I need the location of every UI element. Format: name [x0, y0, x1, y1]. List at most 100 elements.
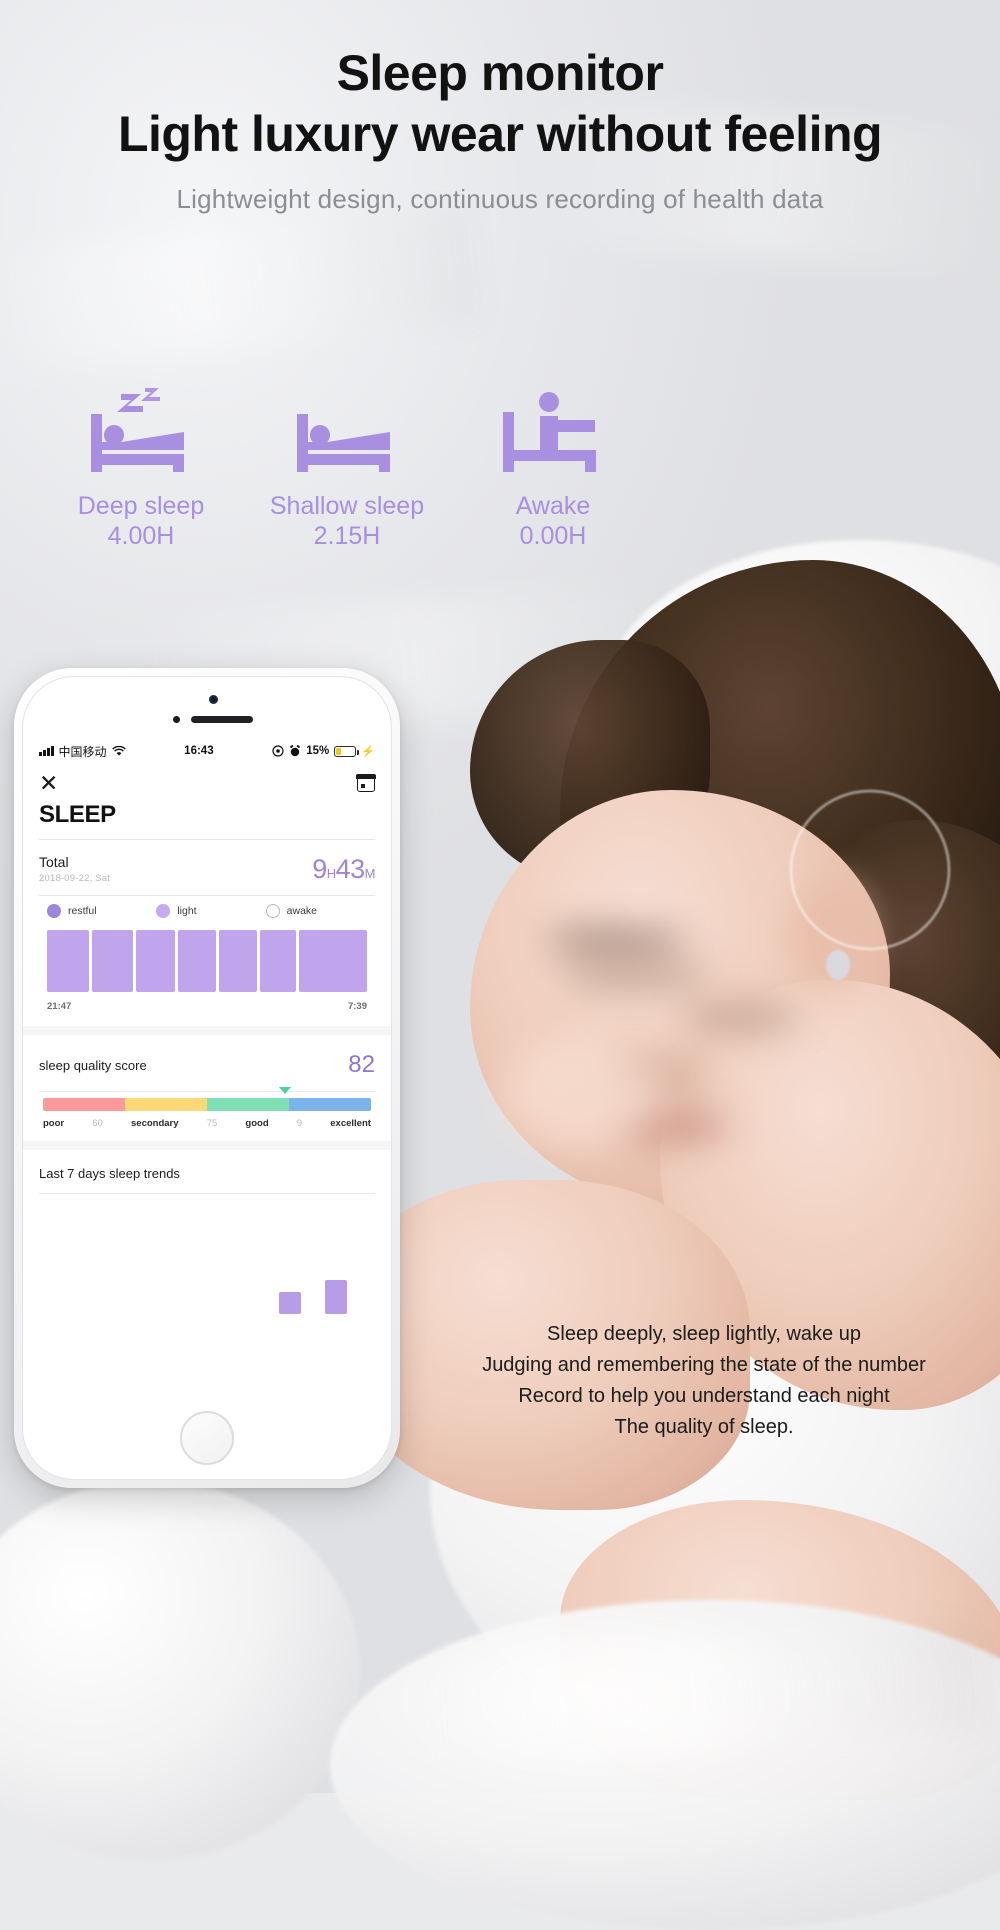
gauge-label-good: good: [245, 1118, 269, 1129]
alarm-clock-icon: [290, 745, 301, 757]
earring: [826, 950, 850, 980]
timeline-axis-labels: 21:47 7:39: [47, 992, 367, 1012]
bed-sitting-awake-icon: [450, 382, 656, 478]
sleep-timeline-chart: 21:47 7:39: [23, 922, 391, 1012]
timeline-segment: [47, 930, 89, 992]
eye-shadow: [680, 1005, 800, 1031]
bed-sleeping-icon: [244, 382, 450, 478]
stat-deep-sleep: Deep sleep 4.00H: [38, 382, 244, 551]
gauge-marker-icon: [278, 1087, 291, 1094]
timeline-segment: [177, 930, 216, 992]
phone-top-hardware: [23, 677, 391, 739]
necklace: [790, 790, 950, 950]
close-x-icon[interactable]: ✕: [39, 771, 58, 795]
phone-mockup: 中国移动 16:43 15% ⚡ ✕ SLEEP Total 2018-09-2…: [14, 668, 400, 1488]
page-title: Sleep monitor: [336, 45, 664, 101]
copy-line: Sleep deeply, sleep lightly, wake up: [547, 1323, 861, 1345]
wifi-icon: [111, 745, 126, 756]
gauge-label-poor: poor: [43, 1118, 65, 1129]
total-hours-unit: H: [326, 866, 336, 881]
page-tagline: Lightweight design, continuous recording…: [176, 184, 824, 214]
status-bar-right: 15% ⚡: [272, 745, 375, 758]
total-hours: 9: [312, 854, 327, 884]
legend-dot-restful: [47, 904, 61, 918]
page-subtitle-bold: Light luxury wear without feeling: [117, 106, 883, 162]
gauge-labels: poor 60 secondary 75 good 9 excellent: [43, 1111, 371, 1129]
battery-percent-label: 15%: [306, 745, 330, 757]
weekly-trend-chart: [23, 1194, 391, 1314]
timeline-bars: [47, 930, 367, 992]
timeline-segment: [136, 930, 175, 992]
carrier-label: 中国移动: [58, 744, 107, 759]
legend-item-restful: restful: [47, 904, 156, 918]
legend-item-awake: awake: [265, 904, 375, 918]
total-sleep-row: Total 2018-09-22, Sat 9H43M: [23, 840, 391, 895]
bed-sleeping-zzz-icon: [38, 382, 244, 478]
calendar-icon[interactable]: [356, 773, 376, 792]
timeline-end-time: 7:39: [347, 1001, 367, 1012]
sleep-quality-row: sleep quality score 82: [23, 1035, 391, 1091]
stat-awake: Awake 0.00H: [450, 382, 656, 551]
gauge-band-poor: [43, 1098, 125, 1111]
gauge-bar: [43, 1098, 371, 1111]
section-gap: [23, 1141, 391, 1150]
sensor-icon: [173, 716, 180, 723]
total-date: 2018-09-22, Sat: [39, 873, 111, 884]
trend-bar: [325, 1280, 347, 1314]
stat-label: Awake: [515, 492, 591, 520]
total-minutes: 43: [335, 854, 366, 884]
gauge-band-secondary: [125, 1098, 207, 1111]
stat-label: Deep sleep: [77, 492, 205, 520]
sleep-quality-label: sleep quality score: [39, 1057, 147, 1073]
lightning-bolt-icon: ⚡: [361, 745, 375, 758]
legend-label: awake: [286, 905, 318, 917]
section-gap: [23, 1026, 391, 1035]
status-bar-left: 中国移动: [39, 743, 126, 760]
total-label: Total: [39, 854, 69, 870]
headline-block: Sleep monitor Light luxury wear without …: [0, 48, 1000, 215]
sleep-quality-value: 82: [348, 1051, 375, 1078]
gauge-tick-90: 9: [296, 1118, 303, 1129]
trend-bar: [279, 1292, 301, 1314]
gauge-band-good: [207, 1098, 289, 1111]
front-camera-icon: [209, 695, 218, 704]
stat-label: Shallow sleep: [269, 492, 425, 520]
legend-item-light: light: [156, 904, 265, 918]
home-button-icon[interactable]: [180, 1411, 234, 1465]
stat-shallow-sleep: Shallow sleep 2.15H: [244, 382, 450, 551]
copy-line: Record to help you understand each night: [518, 1385, 890, 1407]
earpiece-speaker: [191, 716, 253, 723]
gauge-label-secondary: secondary: [131, 1118, 179, 1129]
eye-shadow: [560, 960, 710, 990]
gauge-band-excellent: [289, 1098, 371, 1111]
battery-icon: [334, 745, 359, 757]
app-nav-bar: ✕: [23, 763, 391, 797]
location-icon: [272, 745, 284, 757]
timeline-segment: [91, 930, 134, 992]
stat-value: 2.15H: [313, 521, 381, 550]
screen-title: SLEEP: [39, 801, 116, 828]
stat-value: 4.00H: [107, 521, 175, 550]
marketing-copy: Sleep deeply, sleep lightly, wake up Jud…: [424, 1319, 984, 1443]
timeline-segment: [260, 930, 296, 992]
legend-dot-light: [156, 904, 171, 918]
stat-value: 0.00H: [519, 521, 587, 550]
status-bar-time: 16:43: [184, 745, 214, 757]
legend-label: restful: [68, 905, 97, 917]
status-bar: 中国移动 16:43 15% ⚡: [23, 739, 391, 763]
eyebrow: [545, 930, 685, 950]
sleep-quality-gauge: poor 60 secondary 75 good 9 excellent: [23, 1087, 391, 1129]
timeline-segment: [298, 930, 367, 992]
trends-title: Last 7 days sleep trends: [39, 1166, 180, 1181]
copy-line: The quality of sleep.: [614, 1416, 794, 1438]
gauge-label-excellent: excellent: [330, 1118, 371, 1129]
cheek-highlight: [500, 1040, 660, 1150]
gauge-tick-75: 75: [206, 1118, 218, 1129]
legend-label: light: [177, 905, 197, 917]
legend-dot-awake: [265, 904, 280, 918]
sleep-legend: restful light awake: [23, 896, 391, 922]
phone-screen: 中国移动 16:43 15% ⚡ ✕ SLEEP Total 2018-09-2…: [22, 676, 392, 1480]
timeline-start-time: 21:47: [47, 1001, 72, 1012]
total-duration: 9H43M: [312, 854, 375, 885]
total-minutes-unit: M: [364, 866, 376, 881]
